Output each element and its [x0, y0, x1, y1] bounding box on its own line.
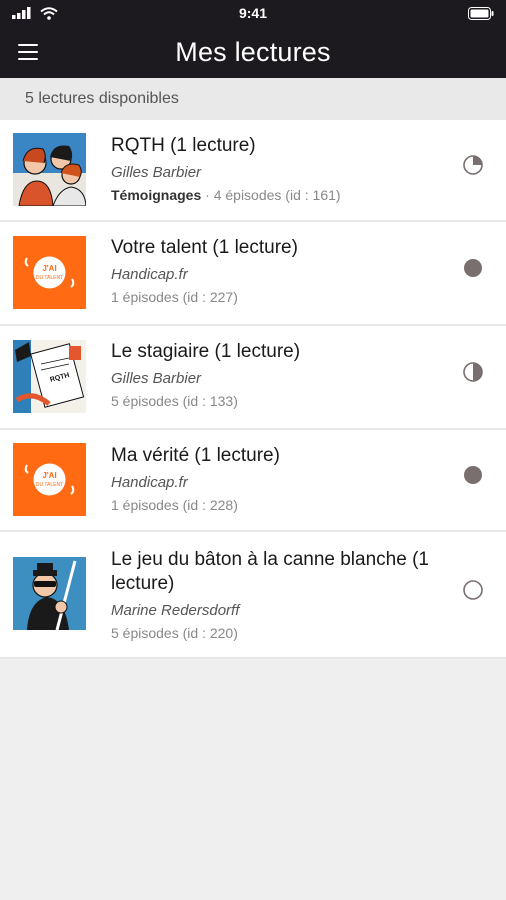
item-author: Gilles Barbier [111, 164, 202, 181]
item-meta: 5 épisodes (id : 220) [111, 625, 446, 641]
item-title: Le jeu du bâton à la canne blanche (1 le… [111, 549, 429, 594]
page-title: Mes lectures [175, 36, 331, 67]
item-episodes: 4 épisodes (id : 161) [213, 187, 341, 203]
item-info: Ma vérité (1 lecture) Handicap.fr 1 épis… [111, 444, 446, 513]
progress-status-icon[interactable] [463, 465, 483, 485]
item-author: Handicap.fr [111, 266, 188, 283]
item-separator: · [201, 187, 214, 203]
progress-status-icon[interactable] [463, 258, 483, 278]
list-item[interactable]: RQTH Le stagiaire (1 lecture) Gilles Bar… [0, 326, 506, 430]
svg-text:J'AI: J'AI [42, 471, 56, 480]
cover-thumbnail [13, 132, 86, 206]
item-episodes: 1 épisodes (id : 227) [111, 289, 238, 305]
list-item[interactable]: J'AI DU TALENT Ma vérité (1 lecture) Han… [0, 430, 506, 532]
item-info: Votre talent (1 lecture) Handicap.fr 1 é… [111, 236, 446, 305]
list-item[interactable]: RQTH (1 lecture) Gilles Barbier Témoigna… [0, 120, 506, 222]
reading-count-bar: 5 lectures disponibles [0, 78, 506, 120]
wifi-icon [40, 6, 58, 20]
item-title: Ma vérité (1 lecture) [111, 445, 280, 466]
battery-icon [468, 6, 494, 20]
status-bar: 9:41 [0, 0, 506, 26]
app-header: Mes lectures [0, 26, 506, 78]
cover-thumbnail: J'AI DU TALENT [13, 442, 86, 516]
list-item[interactable]: J'AI DU TALENT Votre talent (1 lecture) … [0, 222, 506, 326]
item-meta: 1 épisodes (id : 227) [111, 289, 446, 305]
svg-text:DU TALENT: DU TALENT [36, 275, 63, 281]
item-author: Marine Redersdorff [111, 602, 240, 619]
item-category: Témoignages [111, 187, 202, 203]
item-episodes: 5 épisodes (id : 133) [111, 393, 238, 409]
cover-thumbnail: RQTH [13, 339, 86, 413]
status-time: 9:41 [238, 5, 268, 21]
item-title: RQTH (1 lecture) [111, 135, 256, 156]
hamburger-menu-icon[interactable] [18, 38, 48, 66]
item-episodes: 1 épisodes (id : 228) [111, 497, 238, 513]
item-episodes: 5 épisodes (id : 220) [111, 625, 238, 641]
progress-status-icon[interactable] [463, 579, 483, 600]
item-info: Le stagiaire (1 lecture) Gilles Barbier … [111, 340, 446, 409]
progress-status-icon[interactable] [463, 155, 483, 175]
cover-thumbnail: J'AI DU TALENT [13, 235, 86, 309]
item-meta: 1 épisodes (id : 228) [111, 497, 446, 513]
reading-count-label: 5 lectures disponibles [25, 90, 179, 107]
list-item[interactable]: Le jeu du bâton à la canne blanche (1 le… [0, 532, 506, 659]
item-meta: Témoignages · 4 épisodes (id : 161) [111, 187, 446, 203]
item-author: Gilles Barbier [111, 370, 202, 387]
item-info: RQTH (1 lecture) Gilles Barbier Témoigna… [111, 134, 446, 203]
svg-text:J'AI: J'AI [42, 264, 56, 273]
svg-text:DU TALENT: DU TALENT [36, 482, 63, 488]
cover-thumbnail [13, 557, 86, 630]
item-title: Le stagiaire (1 lecture) [111, 341, 301, 362]
item-author: Handicap.fr [111, 474, 188, 491]
item-meta: 5 épisodes (id : 133) [111, 393, 446, 409]
item-info: Le jeu du bâton à la canne blanche (1 le… [111, 548, 446, 641]
progress-status-icon[interactable] [463, 362, 483, 382]
signal-icon [12, 7, 31, 19]
reading-list: RQTH (1 lecture) Gilles Barbier Témoigna… [0, 120, 506, 659]
item-title: Votre talent (1 lecture) [111, 237, 298, 258]
